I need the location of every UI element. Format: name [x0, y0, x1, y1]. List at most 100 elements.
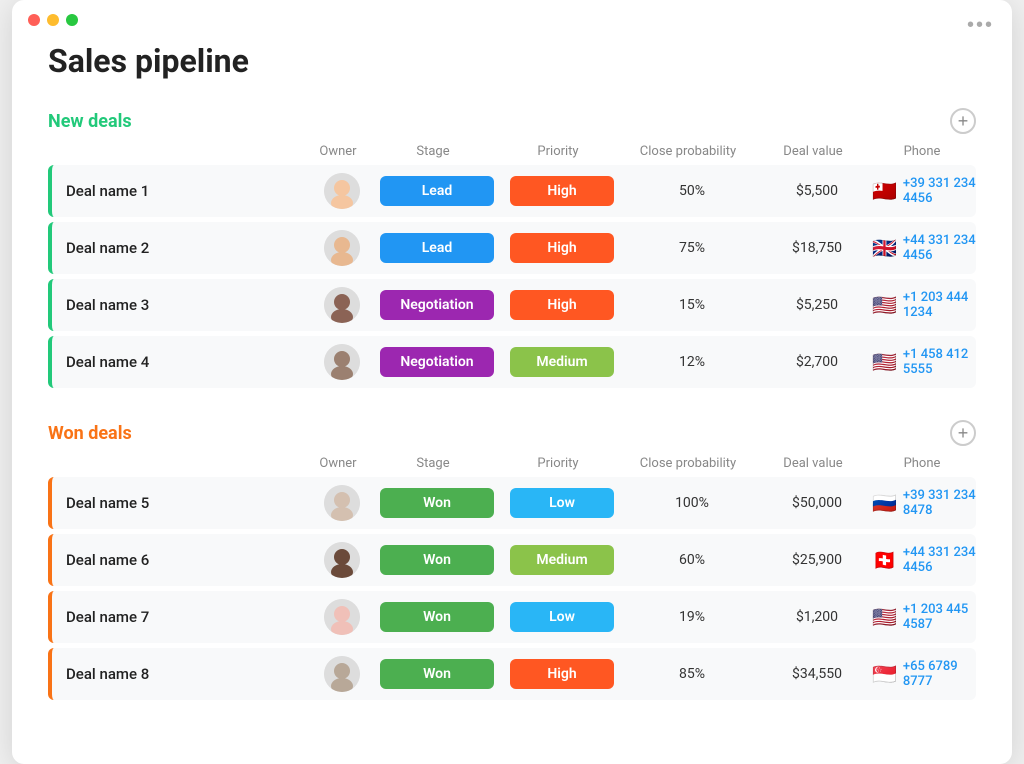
close-probability: 75%: [622, 240, 762, 256]
close-probability: 15%: [622, 297, 762, 313]
stage-badge: Negotiation: [380, 347, 494, 377]
phone-number[interactable]: +1 458 412 5555: [903, 347, 976, 377]
phone-number[interactable]: +39 331 234 8478: [903, 488, 976, 518]
phone-cell: 🇷🇺+39 331 234 8478: [872, 488, 976, 518]
deal-name: Deal name 5: [52, 494, 312, 512]
phone-number[interactable]: +1 203 445 4587: [903, 602, 976, 632]
stage-badge: Won: [380, 602, 494, 632]
deal-name: Deal name 7: [52, 608, 312, 626]
deal-name: Deal name 8: [52, 665, 312, 683]
table-row[interactable]: Deal name 1 LeadHigh50%$5,500🇹🇴+39 331 2…: [48, 165, 976, 217]
minimize-dot[interactable]: [47, 14, 59, 26]
stage-badge: Won: [380, 545, 494, 575]
priority-badge: High: [510, 290, 614, 320]
phone-cell: 🇬🇧 +44 331 234 4456: [872, 233, 976, 263]
phone-cell: 🇸🇬 +65 6789 8777: [872, 659, 976, 689]
deal-value: $25,900: [762, 552, 872, 568]
deal-name: Deal name 4: [52, 353, 312, 371]
phone-cell: 🇺🇸+1 458 412 5555: [872, 347, 976, 377]
priority-badge: Low: [510, 488, 614, 518]
deal-value: $2,700: [762, 354, 872, 370]
owner-cell: [312, 656, 372, 692]
col-header-5: Deal value: [758, 456, 868, 471]
table-row[interactable]: Deal name 8 Won High 85%$34,550🇸🇬 +65 6789 …: [48, 648, 976, 700]
deal-value: $18,750: [762, 240, 872, 256]
priority-badge: High: [510, 233, 614, 263]
country-flag: 🇸🇬: [872, 664, 897, 684]
deal-value: $34,550: [762, 666, 872, 682]
close-probability: 12%: [622, 354, 762, 370]
phone-number[interactable]: +44 331 234 4456: [903, 233, 976, 263]
owner-cell: [312, 230, 372, 266]
stage-badge: Won: [380, 659, 494, 689]
more-button[interactable]: •••: [967, 14, 994, 37]
col-header-1: Owner: [308, 144, 368, 159]
stage-badge: Won: [380, 488, 494, 518]
stage-badge: Lead: [380, 176, 494, 206]
table-row[interactable]: Deal name 3 Negotiation High 15%$5,250🇺🇸+1…: [48, 279, 976, 331]
phone-cell: 🇺🇸+1 203 444 1234: [872, 290, 976, 320]
avatar: [324, 287, 360, 323]
avatar: [324, 656, 360, 692]
table-row[interactable]: Deal name 2 LeadHigh75%$18,750🇬🇧+44 331 …: [48, 222, 976, 274]
deal-name: Deal name 3: [52, 296, 312, 314]
close-probability: 85%: [622, 666, 762, 682]
avatar: [324, 599, 360, 635]
table-row[interactable]: Deal name 4 Negotiation Medium 12%$2,700🇺🇸…: [48, 336, 976, 388]
deal-name: Deal name 1: [52, 182, 312, 200]
stage-badge: Negotiation: [380, 290, 494, 320]
owner-cell: [312, 485, 372, 521]
country-flag: 🇺🇸: [872, 607, 897, 627]
section-title-won-deals: Won deals: [48, 423, 132, 444]
table-won-deals: OwnerStagePriorityClose probabilityDeal …: [48, 456, 976, 700]
col-header-2: Stage: [368, 144, 498, 159]
section-header-won-deals: Won deals +: [48, 420, 976, 446]
avatar: [324, 485, 360, 521]
deal-value: $50,000: [762, 495, 872, 511]
section-won-deals: Won deals + OwnerStagePriorityClose probab…: [48, 420, 976, 700]
col-header-1: Owner: [308, 456, 368, 471]
owner-cell: [312, 344, 372, 380]
owner-cell: [312, 599, 372, 635]
col-header-4: Close probability: [618, 144, 758, 159]
phone-cell: 🇹🇴+39 331 234 4456: [872, 176, 976, 206]
owner-cell: [312, 287, 372, 323]
table-new-deals: OwnerStagePriorityClose probabilityDeal …: [48, 144, 976, 388]
priority-badge: Medium: [510, 347, 614, 377]
phone-cell: 🇨🇭 +44 331 234 4456: [872, 545, 976, 575]
close-probability: 50%: [622, 183, 762, 199]
deal-name: Deal name 2: [52, 239, 312, 257]
add-deal-button-won-deals[interactable]: +: [950, 420, 976, 446]
col-header-5: Deal value: [758, 144, 868, 159]
country-flag: 🇬🇧: [872, 238, 897, 258]
phone-number[interactable]: +65 6789 8777: [903, 659, 976, 689]
priority-badge: High: [510, 659, 614, 689]
phone-number[interactable]: +1 203 444 1234: [903, 290, 976, 320]
close-dot[interactable]: [28, 14, 40, 26]
avatar: [324, 230, 360, 266]
avatar: [324, 344, 360, 380]
owner-cell: [312, 173, 372, 209]
main-window: ••• Sales pipeline New deals+OwnerStageP…: [12, 0, 1012, 764]
close-probability: 60%: [622, 552, 762, 568]
phone-cell: 🇺🇸 +1 203 445 4587: [872, 602, 976, 632]
deal-value: $5,250: [762, 297, 872, 313]
country-flag: 🇨🇭: [872, 550, 897, 570]
col-header-6: Phone: [868, 456, 976, 471]
phone-number[interactable]: +44 331 234 4456: [903, 545, 976, 575]
table-row[interactable]: Deal name 6 WonMedium60%$25,900🇨🇭+44 331…: [48, 534, 976, 586]
deal-name: Deal name 6: [52, 551, 312, 569]
phone-number[interactable]: +39 331 234 4456: [903, 176, 976, 206]
priority-badge: Low: [510, 602, 614, 632]
add-deal-button-new-deals[interactable]: +: [950, 108, 976, 134]
close-probability: 19%: [622, 609, 762, 625]
owner-cell: [312, 542, 372, 578]
table-row[interactable]: Deal name 5 WonLow100%$50,000🇷🇺+39 331 2…: [48, 477, 976, 529]
deal-value: $1,200: [762, 609, 872, 625]
col-header-4: Close probability: [618, 456, 758, 471]
col-header-6: Phone: [868, 144, 976, 159]
avatar: [324, 173, 360, 209]
table-row[interactable]: Deal name 7 Won Low 19%$1,200🇺🇸 +1 203 445 …: [48, 591, 976, 643]
section-header-new-deals: New deals+: [48, 108, 976, 134]
maximize-dot[interactable]: [66, 14, 78, 26]
